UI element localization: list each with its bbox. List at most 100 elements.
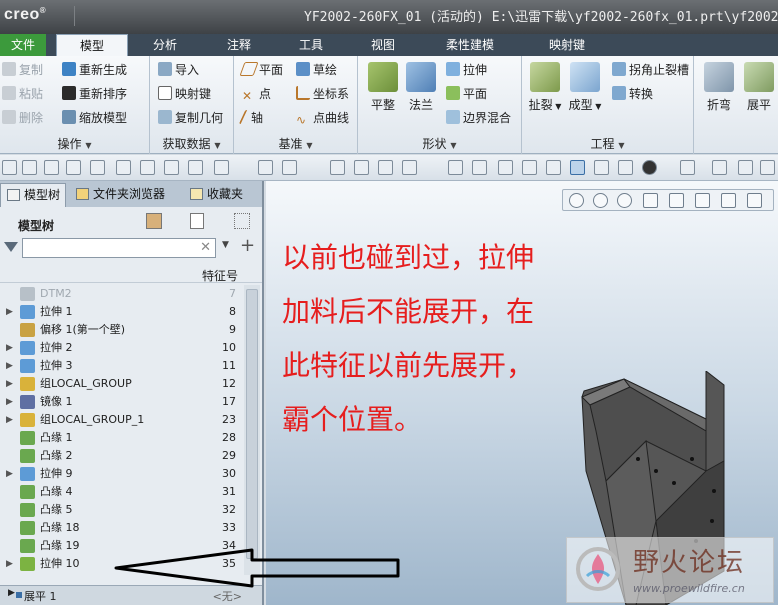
group-engineering-title[interactable]: 工程 ▼ xyxy=(522,135,693,152)
save-icon[interactable] xyxy=(44,160,59,175)
tree-row[interactable]: 凸缘 5 32 xyxy=(0,501,244,519)
sketch-small-icon[interactable] xyxy=(214,160,229,175)
group-datum-title[interactable]: 基准 ▼ xyxy=(234,135,357,152)
tab-flexible-modeling[interactable]: 柔性建模 xyxy=(432,34,508,56)
tab-file[interactable]: 文件 xyxy=(0,34,46,56)
open-icon[interactable] xyxy=(22,160,37,175)
pattern-small-icon[interactable] xyxy=(402,160,417,175)
tree-scrollbar-thumb[interactable] xyxy=(246,289,258,559)
curve-through-points-button[interactable]: ∿ 点曲线 xyxy=(296,108,349,128)
conversion-button[interactable]: 转换 xyxy=(612,84,653,104)
tree-row[interactable]: ▶ 镜像 1 17 xyxy=(0,393,244,411)
form-button[interactable]: 成型 ▼ xyxy=(566,58,604,113)
tree-search-input[interactable]: ✕ xyxy=(22,238,216,258)
tab-model[interactable]: 模型 xyxy=(56,34,128,56)
saved-views-icon[interactable] xyxy=(695,193,710,208)
coordinate-system-button[interactable]: 坐标系 xyxy=(296,84,349,104)
tree-row[interactable]: 偏移 1(第一个壁) 9 xyxy=(0,321,244,339)
datum-point-button[interactable]: ✕ 点 xyxy=(242,84,271,104)
tree-filter-icon[interactable] xyxy=(234,213,250,229)
search-dropdown-icon[interactable]: ▼ xyxy=(222,240,229,250)
copy-small-icon[interactable] xyxy=(330,160,345,175)
measure-small-icon[interactable] xyxy=(448,160,463,175)
rip-small-icon[interactable] xyxy=(498,160,513,175)
close-window-icon[interactable] xyxy=(164,160,179,175)
datum-axis-button[interactable]: 轴 xyxy=(238,108,263,128)
redo-arrow-icon[interactable] xyxy=(712,160,727,175)
datum-display-icon[interactable] xyxy=(747,193,762,208)
tab-favorites[interactable]: 收藏夹 xyxy=(184,183,260,207)
planar-button[interactable]: 平面 xyxy=(446,84,487,104)
paste-small-icon[interactable] xyxy=(354,160,369,175)
tab-tools[interactable]: 工具 xyxy=(284,34,338,56)
datum-plane-button[interactable]: 平面 xyxy=(239,60,283,80)
filter-select-icon[interactable] xyxy=(188,160,203,175)
mapkey-button[interactable]: 映射键 xyxy=(158,84,211,104)
column-feature-number[interactable]: 特征号 xyxy=(202,267,238,284)
tab-analysis[interactable]: 分析 xyxy=(138,34,192,56)
group-get-data-title[interactable]: 获取数据 ▼ xyxy=(150,135,233,152)
bend-button[interactable]: 折弯 xyxy=(700,58,738,113)
reorder-button[interactable]: 重新排序 xyxy=(62,84,127,104)
tree-row[interactable]: ▶ 拉伸 3 11 xyxy=(0,357,244,375)
expand-arrow-icon[interactable]: ▶ xyxy=(6,393,13,411)
import-button[interactable]: 导入 xyxy=(158,60,199,80)
pick-icon[interactable] xyxy=(594,160,609,175)
expand-arrow-icon[interactable]: ▶ xyxy=(6,555,13,573)
tree-row-flatten[interactable]: ▶ 展平 1 <无> xyxy=(0,585,262,605)
flat-wall-button[interactable]: 平整 xyxy=(364,58,402,113)
extrude-button[interactable]: 拉伸 xyxy=(446,60,487,80)
scale-model-button[interactable]: 缩放模型 xyxy=(62,108,127,128)
expand-arrow-icon[interactable]: ▶ xyxy=(6,411,13,429)
regenerate-icon-small[interactable] xyxy=(116,160,131,175)
curve-small-icon[interactable] xyxy=(282,160,297,175)
tree-row[interactable]: 凸缘 1 28 xyxy=(0,429,244,447)
tree-row[interactable]: ▶ 拉伸 2 10 xyxy=(0,339,244,357)
unbend-button[interactable]: 展平 xyxy=(740,58,778,113)
undo-arrow-icon[interactable] xyxy=(680,160,695,175)
expand-arrow-icon[interactable]: ▶ xyxy=(6,375,13,393)
tree-row[interactable]: 凸缘 2 29 xyxy=(0,447,244,465)
pan-hand-icon[interactable] xyxy=(618,160,633,175)
expand-arrow-icon[interactable]: ▶ xyxy=(8,588,15,598)
expand-arrow-icon[interactable]: ▶ xyxy=(6,465,13,483)
add-icon[interactable]: + xyxy=(240,235,255,256)
redo-icon[interactable] xyxy=(90,160,105,175)
tree-row[interactable]: ▶ 拉伸 1 8 xyxy=(0,303,244,321)
copy-geometry-button[interactable]: 复制几何 xyxy=(158,108,223,128)
corner-relief-button[interactable]: 拐角止裂槽 xyxy=(612,60,689,80)
expand-arrow-icon[interactable]: ▶ xyxy=(6,357,13,375)
repaint-icon[interactable] xyxy=(643,193,658,208)
paste-button[interactable]: 粘贴 xyxy=(2,84,43,104)
regenerate-button[interactable]: 重新生成 xyxy=(62,60,127,80)
boundary-blend-button[interactable]: 边界混合 xyxy=(446,108,511,128)
group-shape-title[interactable]: 形状 ▼ xyxy=(358,135,521,152)
spin-center-icon[interactable] xyxy=(721,193,736,208)
zoom-fit-icon[interactable] xyxy=(569,193,584,208)
group-operations-title[interactable]: 操作 ▼ xyxy=(0,135,149,152)
close-icon[interactable] xyxy=(760,160,775,175)
tree-row[interactable]: 凸缘 4 31 xyxy=(0,483,244,501)
expand-arrow-icon[interactable]: ▶ xyxy=(6,339,13,357)
undo-icon[interactable] xyxy=(66,160,81,175)
zoom-out-icon[interactable] xyxy=(617,193,632,208)
zoom-in-icon[interactable] xyxy=(593,193,608,208)
tree-row[interactable]: ▶ 组LOCAL_GROUP 12 xyxy=(0,375,244,393)
tab-mapkeys[interactable]: 映射键 xyxy=(534,34,600,56)
flange-wall-button[interactable]: 法兰 xyxy=(402,58,440,113)
tab-view[interactable]: 视图 xyxy=(356,34,410,56)
switch-windows-icon[interactable] xyxy=(738,160,753,175)
tab-folder-browser[interactable]: 文件夹浏览器 xyxy=(70,183,178,207)
tree-row[interactable]: DTM2 7 xyxy=(0,285,244,303)
analysis-small-icon[interactable] xyxy=(472,160,487,175)
display-style-icon[interactable] xyxy=(669,193,684,208)
appearance-sphere-icon[interactable] xyxy=(642,160,657,175)
tree-columns-icon[interactable] xyxy=(190,213,204,229)
tab-annotate[interactable]: 注释 xyxy=(212,34,266,56)
shading-icon[interactable] xyxy=(570,160,585,175)
tree-row[interactable]: 凸缘 18 33 xyxy=(0,519,244,537)
view-small-icon[interactable] xyxy=(546,160,561,175)
mirror-small-icon[interactable] xyxy=(378,160,393,175)
clear-search-icon[interactable]: ✕ xyxy=(200,240,211,255)
3d-small-icon[interactable] xyxy=(522,160,537,175)
